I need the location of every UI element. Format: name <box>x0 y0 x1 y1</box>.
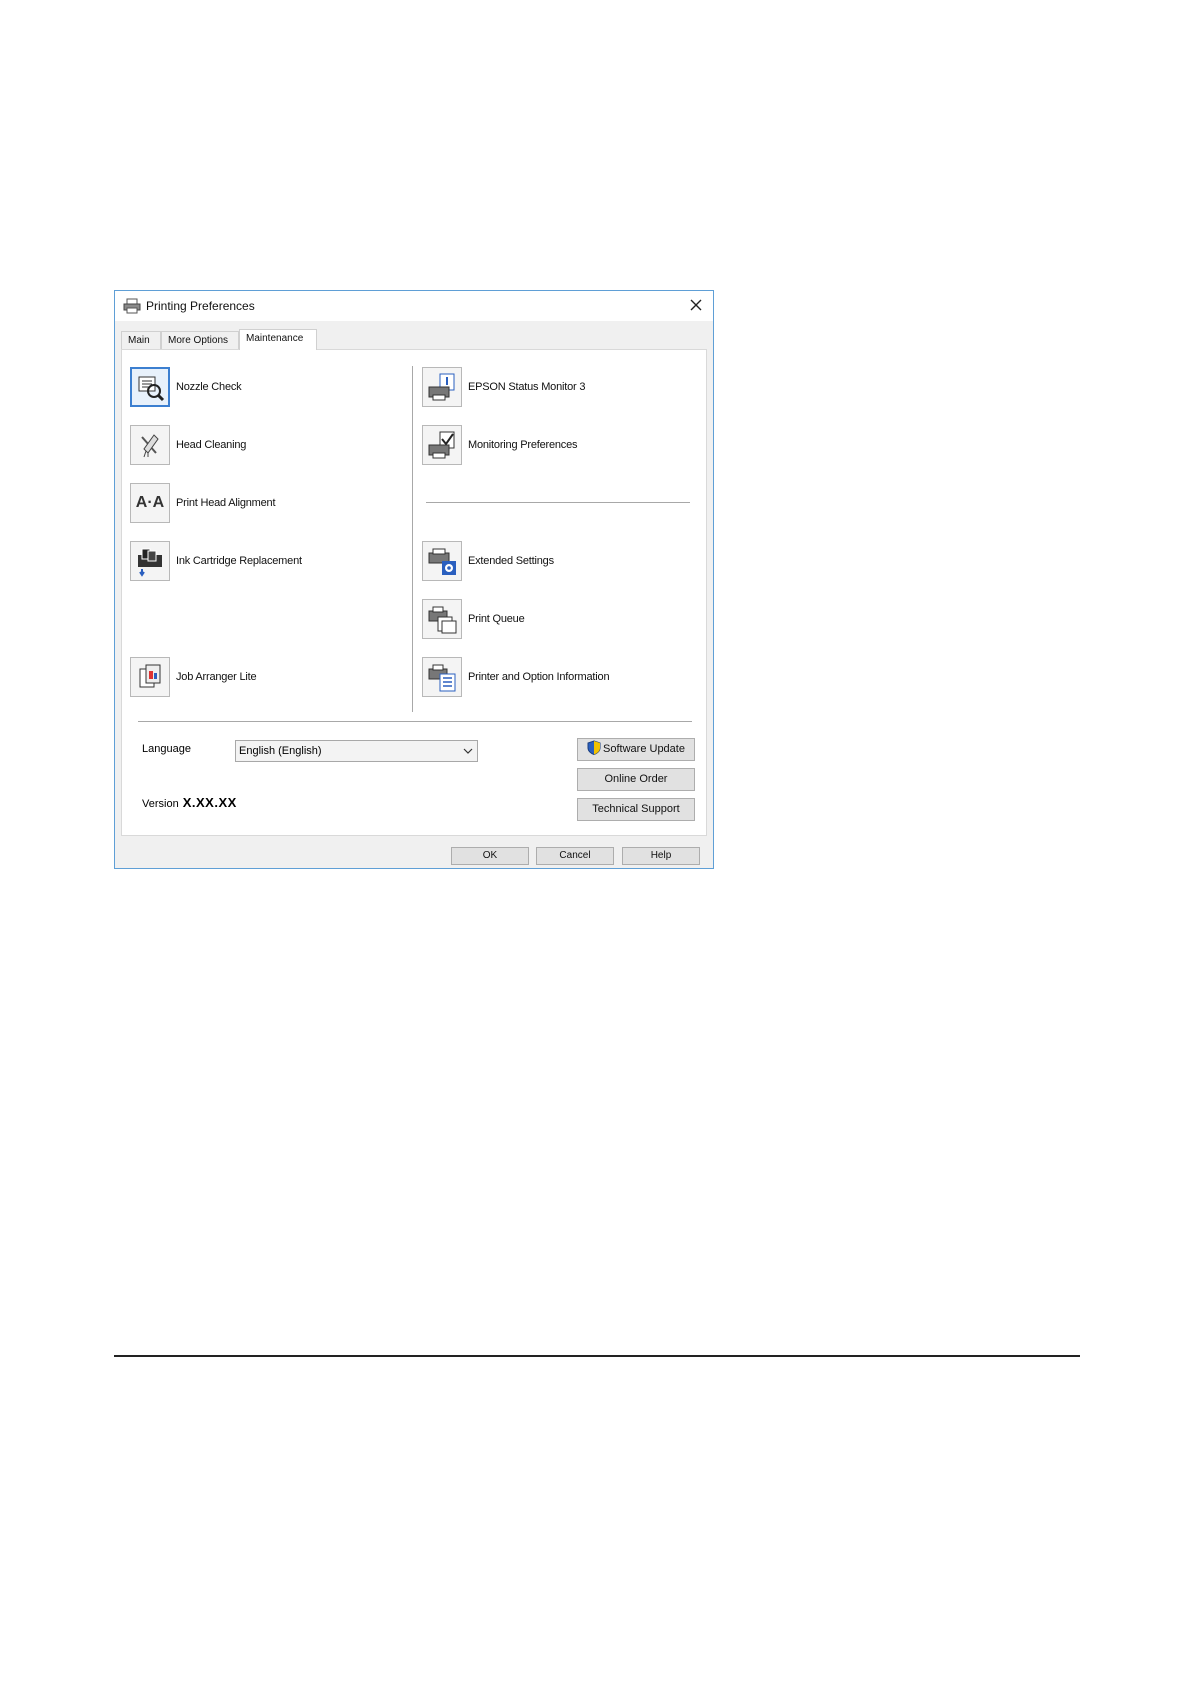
version-value: X.XX.XX <box>182 795 237 810</box>
help-button[interactable]: Help <box>622 847 700 865</box>
head-cleaning-icon <box>130 425 170 465</box>
tab-more-options[interactable]: More Options <box>161 331 239 349</box>
cancel-button[interactable]: Cancel <box>536 847 614 865</box>
window-title: Printing Preferences <box>146 299 255 313</box>
language-select-value: English (English) <box>239 745 322 757</box>
software-update-button[interactable]: Software Update <box>577 738 695 761</box>
maintenance-panel: Nozzle Check Head Cleaning A·A Print Hea… <box>121 349 707 836</box>
item-label: Monitoring Preferences <box>468 439 578 451</box>
item-label: Job Arranger Lite <box>176 671 257 683</box>
section-divider <box>426 502 690 503</box>
job-arranger-lite-button[interactable]: Job Arranger Lite <box>130 656 257 698</box>
printer-option-information-button[interactable]: Printer and Option Information <box>422 656 610 698</box>
print-head-alignment-icon: A·A <box>130 483 170 523</box>
item-label: Extended Settings <box>468 555 554 567</box>
print-queue-button[interactable]: Print Queue <box>422 598 525 640</box>
version-label: Version <box>142 798 179 810</box>
printer-info-icon <box>422 657 462 697</box>
extended-settings-icon <box>422 541 462 581</box>
nozzle-check-button[interactable]: Nozzle Check <box>130 366 242 408</box>
item-label: Printer and Option Information <box>468 671 610 683</box>
technical-support-button[interactable]: Technical Support <box>577 798 695 821</box>
tab-main[interactable]: Main <box>121 331 161 349</box>
column-divider <box>412 366 413 712</box>
chevron-down-icon <box>463 748 473 754</box>
job-arranger-icon <box>130 657 170 697</box>
item-label: Print Head Alignment <box>176 497 276 509</box>
item-label: EPSON Status Monitor 3 <box>468 381 586 393</box>
head-cleaning-button[interactable]: Head Cleaning <box>130 424 246 466</box>
tab-maintenance[interactable]: Maintenance <box>239 329 317 350</box>
monitoring-preferences-icon <box>422 425 462 465</box>
item-label: Nozzle Check <box>176 381 242 393</box>
ink-cartridge-replacement-button[interactable]: Ink Cartridge Replacement <box>130 540 302 582</box>
shield-icon <box>587 740 601 756</box>
bottom-divider <box>138 721 692 722</box>
online-order-button[interactable]: Online Order <box>577 768 695 791</box>
ok-button[interactable]: OK <box>451 847 529 865</box>
print-queue-icon <box>422 599 462 639</box>
version-info: Version X.XX.XX <box>142 795 237 810</box>
epson-status-monitor-button[interactable]: EPSON Status Monitor 3 <box>422 366 585 408</box>
page-divider <box>114 1355 1080 1357</box>
language-select[interactable]: English (English) <box>235 740 478 762</box>
extended-settings-button[interactable]: Extended Settings <box>422 540 554 582</box>
language-label: Language <box>142 743 191 755</box>
item-label: Print Queue <box>468 613 525 625</box>
item-label: Head Cleaning <box>176 439 247 451</box>
item-label: Ink Cartridge Replacement <box>176 555 302 567</box>
software-update-label: Software Update <box>603 743 685 755</box>
print-head-alignment-button[interactable]: A·A Print Head Alignment <box>130 482 276 524</box>
close-icon[interactable] <box>685 294 707 316</box>
printing-preferences-dialog: Printing Preferences Main More Options M… <box>114 290 714 869</box>
title-bar: Printing Preferences <box>115 291 713 321</box>
status-monitor-icon <box>422 367 462 407</box>
nozzle-check-icon <box>130 367 170 407</box>
printer-icon <box>123 298 141 314</box>
monitoring-preferences-button[interactable]: Monitoring Preferences <box>422 424 578 466</box>
ink-cartridge-icon <box>130 541 170 581</box>
